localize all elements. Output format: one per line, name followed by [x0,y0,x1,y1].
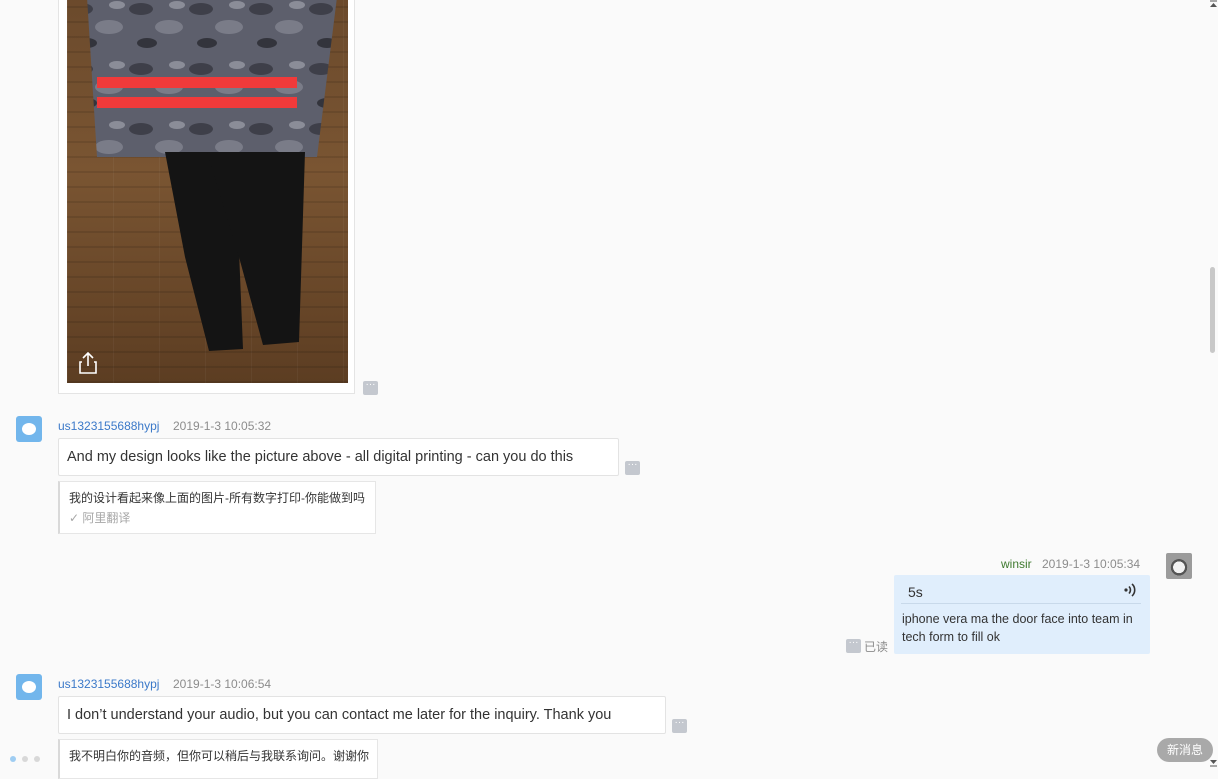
loading-indicator [10,749,40,767]
sender-name[interactable]: us1323155688hypj [58,419,159,433]
message-bubble: I don’t understand your audio, but you c… [58,696,666,734]
divider [901,603,1141,604]
new-message-button[interactable]: 新消息 [1157,738,1213,762]
scroll-down-icon[interactable] [1209,758,1218,767]
audio-wave-icon[interactable] [1122,582,1138,598]
product-photo[interactable] [67,0,348,383]
message-time: 2019-1-3 10:05:34 [1042,557,1141,571]
sender-name[interactable]: winsir [1001,557,1032,571]
more-icon[interactable]: ··· [625,460,640,475]
sender-name[interactable]: us1323155688hypj [58,677,159,691]
avatar[interactable] [1166,553,1192,579]
message-bubble: And my design looks like the picture abo… [58,438,619,476]
avatar[interactable] [16,416,42,442]
share-icon[interactable] [77,351,99,375]
more-icon[interactable]: ··· [672,718,687,733]
message-time: 2019-1-3 10:06:54 [173,677,272,691]
scrollbar-thumb[interactable] [1210,267,1215,353]
image-message-card[interactable] [58,0,355,394]
translation-text: 我不明白你的音频，但你可以稍后与我联系询问。谢谢你 [69,749,370,763]
audio-duration: 5s [908,584,923,600]
audio-message-bubble[interactable]: 5s iphone vera ma the door face into tea… [894,575,1150,654]
translation-text: 我的设计看起来像上面的图片-所有数字打印-你能做到吗 [69,491,365,505]
avatar[interactable] [16,674,42,700]
scrollbar[interactable] [1209,0,1218,767]
translation-box: 我不明白你的音频，但你可以稍后与我联系询问。谢谢你 [58,739,378,779]
translation-box: 我的设计看起来像上面的图片-所有数字打印-你能做到吗 ✓ 阿里翻译 [58,481,376,534]
message-time: 2019-1-3 10:05:32 [173,419,272,433]
read-status: 已读 [864,640,889,654]
scroll-up-icon[interactable] [1209,0,1218,9]
audio-transcript: iphone vera ma the door face into team i… [902,612,1133,644]
more-icon[interactable]: ··· [846,638,861,653]
more-icon[interactable]: ··· [363,380,378,395]
translation-source: ✓ 阿里翻译 [69,511,131,525]
